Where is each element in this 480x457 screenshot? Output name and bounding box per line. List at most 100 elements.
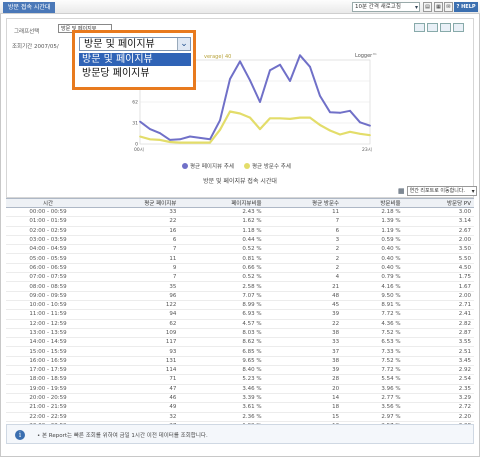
data-point (319, 124, 321, 126)
hourly-data-table: 시간 평균 페이지뷰 페이지뷰비율 평균 방문수 방문비율 방문당 PV 00:… (6, 198, 474, 432)
help-button[interactable]: ? HELP (454, 2, 478, 12)
row-time-cell: 03:00 - 03:59 (6, 235, 90, 246)
row-avg-pageview-cell: 122 (90, 300, 180, 311)
dropdown-option-visit-pageview[interactable]: 방문 및 페이지뷰 (79, 53, 191, 66)
row-pageview-ratio-cell: 3.61 % (179, 402, 265, 413)
row-avg-pageview-cell: 96 (90, 291, 180, 301)
row-avg-pageview-cell: 9 (90, 263, 180, 274)
chart-legend: 평균 페이지뷰 추세 평균 방문수 추세 (182, 162, 291, 170)
row-pageview-ratio-cell: 0.44 % (179, 235, 265, 246)
row-time-cell: 12:00 - 12:59 (6, 319, 90, 329)
data-point (259, 128, 261, 130)
row-avg-pageview-cell: 71 (90, 374, 180, 385)
row-pv-per-visit-cell: 2.51 (403, 346, 474, 357)
row-visit-ratio-cell: 0.59 % (342, 235, 404, 246)
row-pv-per-visit-cell: 2.71 (403, 300, 474, 311)
row-pageview-ratio-cell: 2.58 % (179, 281, 265, 292)
data-point (359, 121, 361, 124)
row-pageview-ratio-cell: 6.93 % (179, 309, 265, 320)
dropdown-option-pv-per-visit[interactable]: 방문당 페이지뷰 (79, 67, 191, 80)
graph-type-dropdown[interactable]: 방문 및 페이지뷰 ⌄ (79, 37, 191, 51)
info-icon: i (15, 430, 25, 440)
table-row: 17:00 - 17:59 114 8.40 % 39 7.72 % 2.92 (6, 365, 474, 376)
row-visit-ratio-cell: 8.91 % (342, 300, 404, 311)
data-point (159, 139, 161, 141)
bar-chart-icon[interactable] (414, 23, 425, 32)
dropdown-selected-value: 방문 및 페이지뷰 (84, 39, 155, 50)
refresh-interval-select[interactable]: 10분 간격 새로고침 (352, 2, 420, 12)
table-row: 08:00 - 08:59 35 2.58 % 21 4.16 % 1.67 (6, 281, 474, 292)
info-notice: i • 본 Report는 빠른 조회를 위하여 금일 1시간 이전 데이터를 … (6, 424, 474, 444)
row-time-cell: 19:00 - 19:59 (6, 384, 90, 394)
col-header-time[interactable]: 시간 (6, 198, 90, 208)
row-pageview-ratio-cell: 8.40 % (179, 365, 265, 376)
col-header-pageview-ratio[interactable]: 페이지뷰비율 (179, 198, 265, 208)
chevron-down-icon[interactable]: ⌄ (177, 38, 190, 50)
row-avg-pageview-cell: 62 (90, 319, 180, 329)
row-time-cell: 17:00 - 17:59 (6, 365, 90, 376)
data-point (169, 141, 171, 143)
row-avg-visits-cell: 39 (264, 365, 343, 376)
data-point (249, 79, 251, 82)
row-visit-ratio-cell: 7.52 % (342, 328, 404, 339)
table-icon[interactable] (440, 23, 451, 32)
row-pageview-ratio-cell: 0.81 % (179, 253, 265, 264)
row-avg-pageview-cell: 32 (90, 412, 180, 422)
row-avg-visits-cell: 14 (264, 393, 343, 404)
legend-pageview-swatch (182, 163, 188, 169)
line-chart-icon[interactable] (427, 23, 438, 32)
table-row: 19:00 - 19:59 47 3.46 % 20 3.96 % 2.35 (6, 384, 474, 394)
row-avg-visits-cell: 3 (264, 235, 343, 246)
report-title-tab[interactable]: 방문 접속 시간대 (3, 2, 56, 13)
col-header-visit-ratio[interactable]: 방문비율 (342, 198, 404, 208)
row-avg-visits-cell: 4 (264, 272, 343, 283)
col-header-avg-pageview[interactable]: 평균 페이지뷰 (90, 198, 180, 208)
data-point (289, 118, 291, 120)
table-row: 16:00 - 16:59 131 9.65 % 38 7.52 % 3.45 (6, 356, 474, 367)
row-avg-visits-cell: 2 (264, 253, 343, 264)
row-avg-pageview-cell: 46 (90, 393, 180, 404)
table-header-row: 시간 평균 페이지뷰 페이지뷰비율 평균 방문수 방문비율 방문당 PV (6, 198, 474, 208)
row-pv-per-visit-cell: 2.35 (403, 384, 474, 394)
row-visit-ratio-cell: 4.16 % (342, 281, 404, 292)
row-visit-ratio-cell: 7.52 % (342, 356, 404, 367)
row-avg-visits-cell: 38 (264, 356, 343, 367)
row-avg-visits-cell: 37 (264, 346, 343, 357)
data-point (219, 119, 221, 122)
row-avg-pageview-cell: 7 (90, 244, 180, 255)
row-pageview-ratio-cell: 3.39 % (179, 393, 265, 404)
data-point (279, 117, 281, 120)
row-pv-per-visit-cell: 3.29 (403, 393, 474, 404)
data-point (159, 132, 161, 135)
y-tick-label: 62 (132, 100, 138, 106)
data-point (139, 135, 141, 138)
row-pv-per-visit-cell: 2.87 (403, 328, 474, 339)
row-pv-per-visit-cell: 1.67 (403, 281, 474, 292)
row-pv-per-visit-cell: 2.92 (403, 365, 474, 376)
table-row: 10:00 - 10:59 122 8.99 % 45 8.91 % 2.71 (6, 300, 474, 311)
col-header-avg-visits[interactable]: 평균 방문수 (264, 198, 343, 208)
download-icon[interactable] (453, 23, 464, 32)
row-time-cell: 10:00 - 10:59 (6, 300, 90, 311)
row-avg-pageview-cell: 109 (90, 328, 180, 339)
col-header-pv-per-visit[interactable]: 방문당 PV (403, 198, 474, 208)
data-point (269, 69, 271, 72)
report-view-select[interactable]: 연간 리포트로 이동합니다. (406, 186, 477, 196)
row-time-cell: 01:00 - 01:59 (6, 216, 90, 227)
data-point (189, 135, 191, 138)
row-time-cell: 22:00 - 22:59 (6, 412, 90, 422)
table-row: 14:00 - 14:59 117 8.62 % 33 6.53 % 3.55 (6, 337, 474, 348)
row-avg-visits-cell: 33 (264, 337, 343, 348)
row-pv-per-visit-cell: 3.55 (403, 337, 474, 348)
row-avg-visits-cell: 2 (264, 263, 343, 274)
row-pageview-ratio-cell: 1.62 % (179, 216, 265, 227)
export-icon[interactable]: ▦ (434, 2, 443, 12)
mail-icon[interactable]: ✉ (444, 2, 453, 12)
print-icon[interactable]: ▤ (423, 2, 432, 12)
row-avg-visits-cell: 45 (264, 300, 343, 311)
table-row: 06:00 - 06:59 9 0.66 % 2 0.40 % 4.50 (6, 263, 474, 274)
row-avg-pageview-cell: 49 (90, 402, 180, 413)
row-pageview-ratio-cell: 7.07 % (179, 291, 265, 301)
row-pv-per-visit-cell: 3.45 (403, 356, 474, 367)
data-point (349, 109, 351, 112)
